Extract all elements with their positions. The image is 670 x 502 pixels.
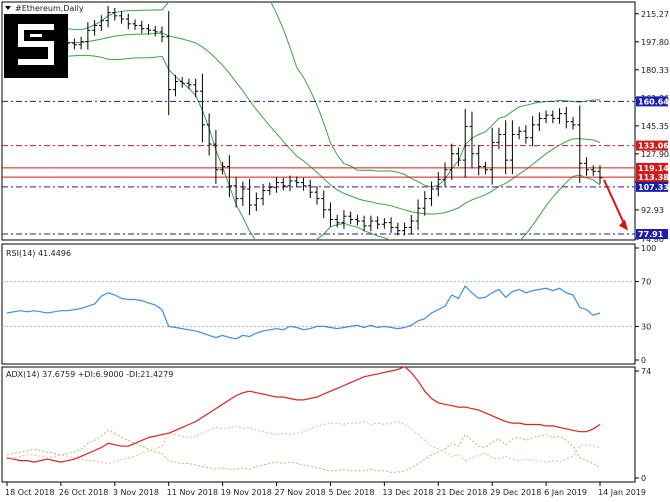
x-tick-label: 14 Jan 2019	[598, 488, 646, 497]
chart-header: #Ethereum,Daily	[5, 4, 84, 13]
price-tick-label: 92.93	[641, 206, 664, 215]
rsi-tick-label: 0	[641, 356, 646, 365]
rsi-title: RSI(14) 41.4496	[6, 249, 71, 258]
x-tick-label: 13 Dec 2018	[382, 488, 433, 497]
price-tick-label: 127.90	[641, 150, 669, 159]
rsi-tick-label: 100	[641, 244, 656, 253]
x-axis: 18 Oct 2018 26 Oct 2018 3 Nov 2018 11 Nov 2…	[5, 482, 646, 497]
brand-logo-icon	[4, 14, 68, 78]
price-panel	[1, 1, 636, 241]
x-tick-label: 11 Nov 2018	[167, 488, 218, 497]
rsi-panel	[1, 243, 636, 365]
price-tick-label: 215.27	[641, 10, 669, 19]
x-tick-label: 5 Dec 2018	[328, 488, 374, 497]
x-tick-label: 3 Nov 2018	[113, 488, 159, 497]
x-tick-label: 29 Dec 2018	[490, 488, 541, 497]
x-tick-label: 26 Oct 2018	[59, 488, 108, 497]
level-label-113.38: 113.38	[638, 173, 669, 182]
rsi-tick-label: 30	[641, 322, 651, 331]
level-label-119.14: 119.14	[638, 164, 669, 173]
rsi-tick-label: 70	[641, 278, 651, 287]
price-tick-label: 180.33	[641, 66, 669, 75]
x-tick-label: 19 Nov 2018	[221, 488, 272, 497]
chart-title: #Ethereum,Daily	[15, 4, 84, 13]
level-label-160.64: 160.64	[638, 97, 669, 106]
level-label-77.91: 77.91	[638, 230, 664, 239]
x-tick-label: 27 Nov 2018	[275, 488, 326, 497]
adx-title: ADX(14) 37.6759 +DI:6.9000 -DI:21.4279	[6, 370, 173, 379]
adx-tick-label: 0	[641, 474, 646, 483]
price-tick-label: 145.35	[641, 122, 669, 131]
level-label-107.33: 107.33	[638, 183, 669, 192]
level-label-133.06: 133.06	[638, 142, 669, 151]
x-tick-label: 18 Oct 2018	[5, 488, 54, 497]
trading-chart: 215.27197.80180.33162.86145.35127.90110.…	[1, 1, 669, 497]
price-tick-label: 197.80	[641, 38, 669, 47]
x-tick-label: 21 Dec 2018	[436, 488, 487, 497]
adx-tick-label: 74	[641, 367, 651, 376]
x-tick-label: 6 Jan 2019	[544, 488, 587, 497]
